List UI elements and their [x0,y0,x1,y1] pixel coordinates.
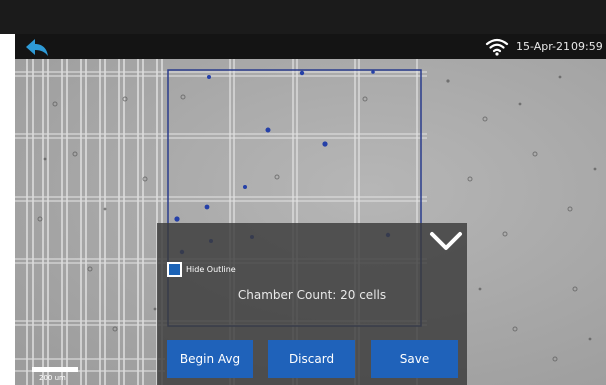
status-date: 15-Apr-21 [516,40,571,53]
chamber-count-text: Chamber Count: 20 cells [237,288,387,302]
back-arrow-icon[interactable] [23,36,53,58]
app-screen: 15-Apr-21 09:59 Hide Outline Chamber Cou… [15,34,606,385]
discard-button[interactable]: Discard [268,340,355,378]
begin-avg-button[interactable]: Begin Avg [167,340,253,378]
status-time: 09:59 [571,40,603,53]
device-screen: 15-Apr-21 09:59 Hide Outline Chamber Cou… [0,0,606,385]
scale-bar [32,367,78,372]
chevron-down-icon[interactable] [427,228,465,254]
wifi-icon [485,38,509,56]
device-bezel [0,0,606,34]
status-bar: 15-Apr-21 09:59 [15,34,606,59]
hide-outline-checkbox[interactable]: Hide Outline [167,262,236,277]
scale-bar-label: 200 um [39,374,66,382]
hide-outline-label: Hide Outline [186,265,236,274]
checkbox-box[interactable] [167,262,182,277]
save-button[interactable]: Save [371,340,458,378]
